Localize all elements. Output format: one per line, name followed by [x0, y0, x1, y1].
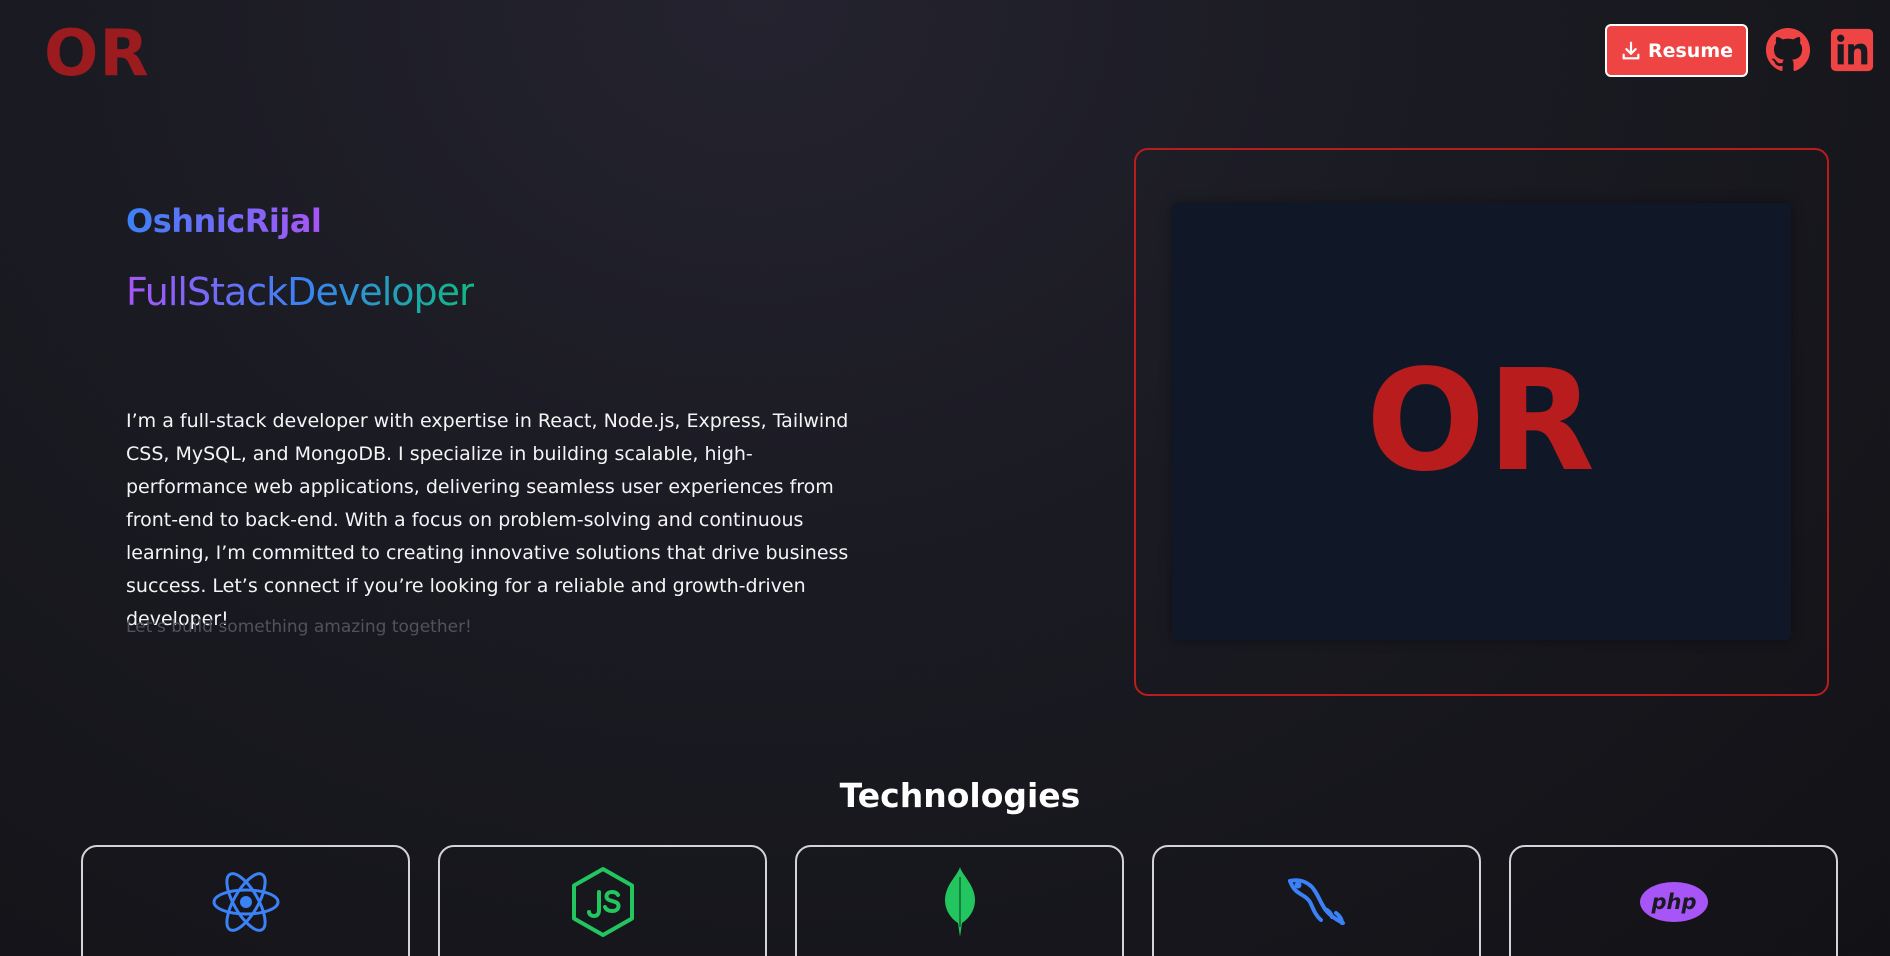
linkedin-icon[interactable]: [1829, 27, 1875, 73]
hero-image: OR: [1172, 203, 1791, 640]
tech-card-react: [81, 845, 410, 956]
mongodb-icon: [944, 867, 975, 937]
react-icon: [212, 872, 279, 932]
technologies-heading: Technologies: [839, 776, 1081, 815]
github-icon[interactable]: [1765, 27, 1811, 73]
tech-card-nodejs: [438, 845, 767, 956]
svg-text:php: php: [1650, 890, 1696, 914]
hero-logo-text: OR: [1366, 340, 1597, 503]
tagline: Let's build something amazing together!: [126, 617, 472, 637]
developer-name: OshnicRijal: [126, 202, 322, 240]
resume-button[interactable]: Resume: [1605, 24, 1748, 77]
php-icon: php: [1639, 882, 1708, 922]
nodejs-icon: [571, 867, 634, 937]
mysql-icon: [1287, 878, 1345, 925]
resume-button-label: Resume: [1647, 39, 1734, 62]
tech-card-mongodb: [795, 845, 1124, 956]
developer-role: FullStackDeveloper: [126, 270, 475, 314]
site-logo[interactable]: OR: [44, 18, 150, 90]
download-icon: [1622, 41, 1640, 59]
tech-card-php: php: [1509, 845, 1838, 956]
bio-paragraph: I’m a full-stack developer with expertis…: [126, 410, 849, 630]
tech-card-mysql: [1152, 845, 1481, 956]
